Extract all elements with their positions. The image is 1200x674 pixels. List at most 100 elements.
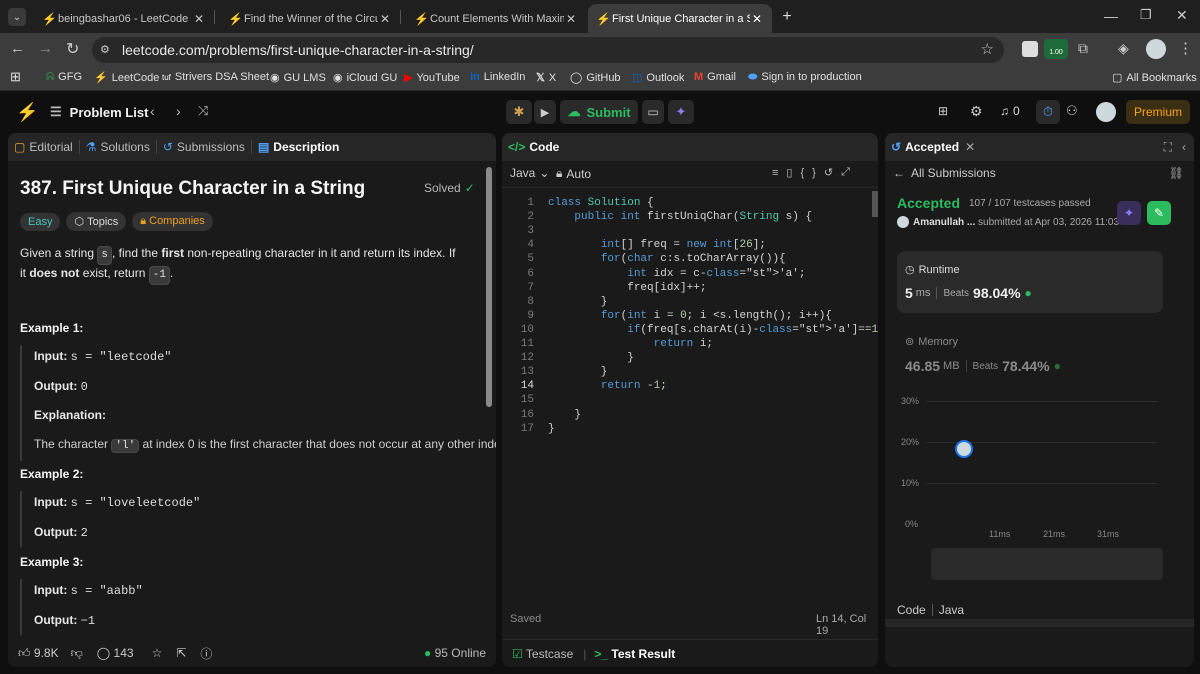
restore-icon[interactable]: ❐ bbox=[1140, 7, 1152, 23]
extensions-puzzle-icon[interactable]: ⧉ bbox=[1078, 40, 1088, 57]
code-editor[interactable]: 1 class Solution {2 public int firstUniqC… bbox=[502, 191, 878, 531]
extension-badge[interactable]: 1.00 bbox=[1044, 39, 1068, 59]
companies-tag[interactable]: 🔒︎ Companies bbox=[132, 212, 213, 231]
horizontal-scrollbar[interactable] bbox=[885, 619, 1194, 627]
reload-icon[interactable]: ↻ bbox=[66, 39, 79, 59]
shuffle-icon[interactable]: ⤨ bbox=[198, 103, 208, 119]
topics-tag[interactable]: ⬡ Topics bbox=[66, 212, 127, 231]
braces-icon[interactable]: {} bbox=[800, 167, 823, 179]
ai-sparkle-icon[interactable]: ✦ bbox=[668, 100, 694, 124]
tab-testcase[interactable]: ☑ Testcase bbox=[512, 647, 573, 661]
book-icon: ▢ bbox=[14, 140, 26, 154]
expand-icon[interactable]: ⤢ bbox=[841, 166, 858, 179]
debug-icon[interactable]: ✱ bbox=[506, 100, 532, 124]
bookmark-linkedin[interactable]: in LinkedIn bbox=[470, 71, 525, 83]
favorite-star-icon[interactable]: ☆ bbox=[152, 646, 163, 660]
bookmark-sign-in[interactable]: ⬬ Sign in to production bbox=[748, 71, 862, 84]
tab-description[interactable]: ▤ Description bbox=[252, 140, 345, 154]
site-info-icon[interactable]: ⚙ bbox=[100, 37, 110, 63]
bookmark-star-icon[interactable]: ☆ bbox=[981, 37, 994, 63]
format-icon[interactable]: ≡ bbox=[772, 167, 786, 179]
flask-icon: ⚗ bbox=[85, 140, 97, 154]
profile-avatar[interactable] bbox=[1146, 39, 1166, 59]
close-icon[interactable]: ✕ bbox=[378, 12, 392, 26]
bookmark-gfg[interactable]: ᕱ GFG bbox=[46, 71, 82, 84]
next-problem-icon[interactable]: › bbox=[176, 103, 181, 119]
bookmark-youtube[interactable]: ▶ YouTube bbox=[404, 71, 460, 84]
bookmark-leetcode[interactable]: ⚡ LeetCode bbox=[94, 71, 159, 84]
problem-title[interactable]: 387. First Unique Character in a String bbox=[20, 178, 365, 200]
code-language-label: Code Java bbox=[897, 603, 965, 617]
new-tab-button[interactable]: + bbox=[778, 8, 796, 26]
verdict-accepted: Accepted bbox=[897, 195, 961, 211]
fullscreen-icon[interactable]: ⛶ bbox=[1164, 140, 1172, 155]
premium-button[interactable]: Premium bbox=[1126, 100, 1190, 124]
window-close-icon[interactable]: ✕ bbox=[1176, 7, 1188, 24]
line-number: 12 bbox=[520, 352, 534, 365]
user-avatar[interactable] bbox=[1096, 102, 1116, 122]
memory-label[interactable]: ⊚ Memory bbox=[905, 335, 958, 349]
forward-icon[interactable]: → bbox=[38, 40, 53, 57]
bookmark-gmail[interactable]: M Gmail bbox=[694, 71, 736, 83]
bookmark-github[interactable]: ◯ GitHub bbox=[570, 71, 621, 84]
tab-editorial[interactable]: ▢ Editorial bbox=[8, 140, 79, 154]
auto-mode[interactable]: 🔒︎ Auto bbox=[556, 166, 591, 181]
submit-button[interactable]: ☁ Submit bbox=[560, 100, 638, 124]
browser-tab-winner[interactable]: ⚡ Find the Winner of the Circular ✕ bbox=[220, 4, 400, 33]
close-icon[interactable]: ✕ bbox=[564, 12, 578, 26]
layout-icon[interactable]: ⊞ bbox=[938, 104, 948, 118]
share-icon[interactable]: ⇱ bbox=[176, 646, 186, 660]
chart-range-slider[interactable] bbox=[931, 548, 1163, 580]
close-icon[interactable]: ✕ bbox=[965, 140, 975, 154]
runtime-card[interactable]: ◷ Runtime 5 ms Beats 98.04% ● bbox=[897, 251, 1163, 313]
language-select[interactable]: Java ⌄ bbox=[510, 166, 549, 180]
bookmark-icloud[interactable]: ◉ iCloud GU bbox=[333, 71, 397, 84]
run-button[interactable]: ▶ bbox=[534, 100, 556, 124]
notes-icon[interactable]: ▭ bbox=[642, 100, 664, 124]
edit-solution-icon[interactable]: ✎ bbox=[1147, 201, 1171, 225]
tab-submissions[interactable]: ↺ Submissions bbox=[157, 140, 251, 154]
help-icon[interactable]: ⓘ bbox=[200, 645, 212, 662]
prev-problem-icon[interactable]: ‹ bbox=[150, 103, 155, 119]
timer-icon[interactable]: ⏱ bbox=[1036, 100, 1060, 124]
all-submissions-link[interactable]: ← All Submissions bbox=[893, 166, 996, 180]
minimize-icon[interactable]: — bbox=[1104, 8, 1118, 24]
collapse-icon[interactable]: ‹ bbox=[1182, 140, 1186, 154]
settings-gear-icon[interactable]: ⚙ bbox=[970, 103, 983, 120]
menu-dots-icon[interactable]: ⋮ bbox=[1178, 39, 1193, 57]
description-scrollbar[interactable] bbox=[486, 167, 492, 407]
extension-icon[interactable] bbox=[1022, 41, 1038, 57]
editor-scrollbar[interactable] bbox=[872, 191, 878, 217]
like-button[interactable]: 👍︎ 9.8K bbox=[18, 646, 59, 661]
tab-solutions[interactable]: ⚗ Solutions bbox=[80, 140, 156, 154]
tab-code[interactable]: </> Code bbox=[502, 140, 565, 154]
bookmark-strivers[interactable]: tuf Strivers DSA Sheet bbox=[162, 71, 269, 83]
add-user-icon[interactable]: ⚇ bbox=[1066, 103, 1078, 119]
tab-test-result[interactable]: >_ Test Result bbox=[594, 647, 675, 661]
reset-icon[interactable]: ↺ bbox=[824, 166, 841, 179]
shield-icon[interactable]: ◈ bbox=[1118, 40, 1129, 57]
bookmark-gu-lms[interactable]: ◉ GU LMS bbox=[270, 71, 326, 84]
tab-accepted[interactable]: ↺ Accepted ✕ bbox=[885, 140, 981, 154]
apps-grid-icon[interactable]: ⊞ bbox=[10, 69, 21, 85]
your-submission-marker[interactable] bbox=[955, 440, 973, 458]
browser-tab-profile[interactable]: ⚡ beingbashar06 - LeetCode Prof ✕ bbox=[34, 4, 214, 33]
link-icon[interactable]: ⛓ bbox=[1169, 166, 1184, 180]
url-input[interactable]: ⚙ leetcode.com/problems/first-unique-cha… bbox=[92, 37, 1004, 63]
bookmark-icon[interactable]: ▯ bbox=[786, 166, 800, 179]
bookmark-x[interactable]: 𝕏X bbox=[536, 71, 556, 84]
notifications-button[interactable]: ♫ 0 bbox=[1000, 104, 1020, 118]
browser-tab-count[interactable]: ⚡ Count Elements With Maximum ✕ bbox=[406, 4, 586, 33]
back-icon[interactable]: ← bbox=[10, 40, 25, 57]
leetcode-logo-icon[interactable]: ⚡ bbox=[16, 102, 38, 123]
close-icon[interactable]: ✕ bbox=[192, 12, 206, 26]
browser-tab-active[interactable]: ⚡ First Unique Character in a Strin ✕ bbox=[588, 4, 772, 33]
dislike-icon[interactable]: 👎︎ bbox=[71, 646, 83, 661]
all-bookmarks[interactable]: ▢ All Bookmarks bbox=[1112, 71, 1197, 84]
tab-search-icon[interactable]: ⌄ bbox=[8, 8, 26, 26]
analyze-sparkle-icon[interactable]: ✦ bbox=[1117, 201, 1141, 225]
problem-list-button[interactable]: ☰ Problem List bbox=[50, 104, 148, 120]
comments-button[interactable]: ◯ 143 bbox=[97, 646, 134, 660]
close-icon[interactable]: ✕ bbox=[750, 12, 764, 26]
bookmark-outlook[interactable]: ◫ Outlook bbox=[632, 71, 684, 84]
